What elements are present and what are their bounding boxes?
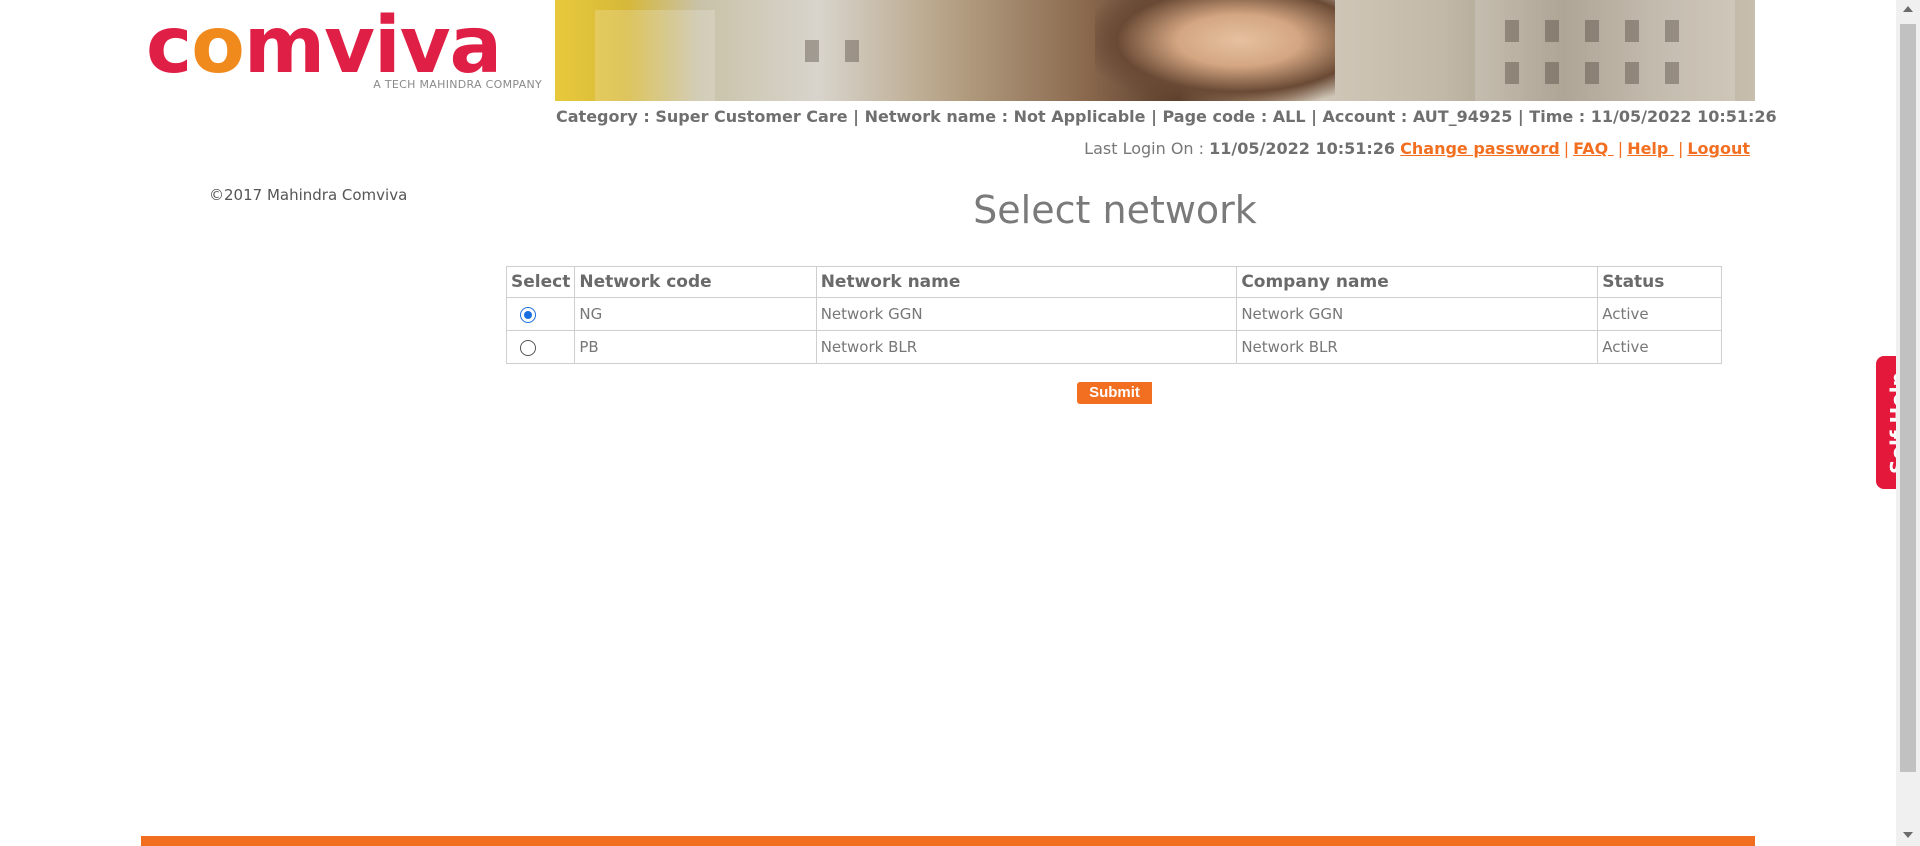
separator: | — [1617, 139, 1624, 158]
last-login-value: 11/05/2022 10:51:26 — [1209, 139, 1396, 158]
header-banner-image — [555, 0, 1755, 101]
network-name-cell: Network BLR — [815, 330, 1238, 364]
scroll-down-arrow-icon[interactable] — [1903, 832, 1913, 838]
status-cell: Active — [1597, 297, 1722, 331]
logo-tagline: A TECH MAHINDRA COMPANY — [373, 78, 542, 91]
change-password-link[interactable]: Change password — [1400, 139, 1560, 158]
table-header-row: Select Network code Network name Company… — [505, 266, 1722, 298]
table-row: NG Network GGN Network GGN Active — [505, 297, 1722, 331]
network-code-cell: PB — [574, 330, 817, 364]
faq-link[interactable]: FAQ — [1573, 139, 1614, 158]
column-header-status: Status — [1597, 266, 1722, 298]
logout-link[interactable]: Logout — [1687, 139, 1750, 158]
scrollbar-thumb[interactable] — [1900, 24, 1916, 772]
vertical-scrollbar[interactable] — [1896, 0, 1920, 846]
last-login-label: Last Login On : — [1084, 139, 1210, 158]
network-code-cell: NG — [574, 297, 817, 331]
column-header-select: Select — [505, 266, 576, 298]
column-header-network-code: Network code — [574, 266, 817, 298]
column-header-company-name: Company name — [1236, 266, 1599, 298]
comviva-logo: comviva A TECH MAHINDRA COMPANY — [146, 6, 546, 96]
separator: | — [1563, 139, 1570, 158]
table-row: PB Network BLR Network BLR Active — [505, 330, 1722, 364]
status-cell: Active — [1597, 330, 1722, 364]
select-cell — [505, 330, 576, 364]
scroll-up-arrow-icon[interactable] — [1903, 6, 1913, 12]
select-cell — [505, 297, 576, 331]
page-title: Select network — [973, 188, 1257, 232]
company-name-cell: Network GGN — [1236, 297, 1599, 331]
separator: | — [1677, 139, 1684, 158]
session-info-line: Category : Super Customer Care | Network… — [556, 107, 1777, 126]
column-header-network-name: Network name — [815, 266, 1238, 298]
logo-wordmark: comviva — [146, 1, 502, 91]
network-name-cell: Network GGN — [815, 297, 1238, 331]
copyright-text: ©2017 Mahindra Comviva — [209, 186, 408, 204]
help-link[interactable]: Help — [1627, 139, 1674, 158]
banner-person — [1095, 0, 1335, 101]
submit-button[interactable]: Submit — [1077, 382, 1152, 404]
company-name-cell: Network BLR — [1236, 330, 1599, 364]
last-login-line: Last Login On : 11/05/2022 10:51:26 Chan… — [1084, 139, 1750, 158]
footer-bar — [141, 836, 1755, 846]
network-radio-pb[interactable] — [520, 339, 536, 356]
network-radio-ng[interactable] — [520, 306, 536, 323]
network-table: Select Network code Network name Company… — [505, 266, 1722, 364]
